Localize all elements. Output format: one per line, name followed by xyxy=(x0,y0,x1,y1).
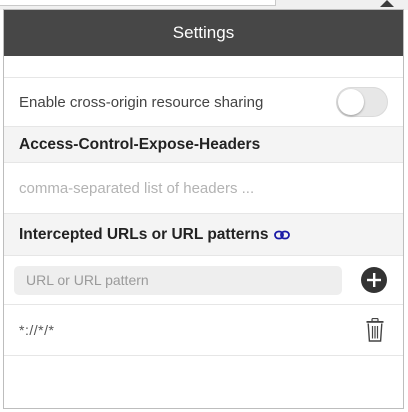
browser-address-field xyxy=(0,0,276,6)
add-url-button[interactable] xyxy=(361,267,387,293)
settings-panel: Settings Enable cross-origin resource sh… xyxy=(3,9,404,409)
expose-headers-title: Access-Control-Expose-Headers xyxy=(19,135,261,153)
cors-label: Enable cross-origin resource sharing xyxy=(19,93,264,111)
expose-headers-input[interactable]: comma-separated list of headers ... xyxy=(4,163,403,213)
intercepted-title: Intercepted URLs or URL patterns xyxy=(19,225,269,243)
expose-headers-section-title: Access-Control-Expose-Headers xyxy=(4,127,403,163)
intercepted-section-title: Intercepted URLs or URL patterns xyxy=(4,213,403,256)
header-spacer xyxy=(4,56,403,78)
toggle-knob xyxy=(338,89,364,115)
popup-caret-icon xyxy=(380,0,394,7)
link-icon[interactable] xyxy=(274,230,291,240)
url-pattern-input[interactable] xyxy=(14,265,342,295)
url-pattern-text: *://*/* xyxy=(19,322,55,338)
cors-row: Enable cross-origin resource sharing xyxy=(4,78,403,127)
cors-toggle[interactable] xyxy=(336,87,388,117)
page-title: Settings xyxy=(172,23,235,42)
add-url-row xyxy=(4,256,403,305)
settings-header: Settings xyxy=(4,10,403,56)
expose-headers-placeholder: comma-separated list of headers ... xyxy=(19,179,255,197)
trash-icon[interactable] xyxy=(366,318,384,342)
add-icon xyxy=(367,273,381,287)
list-item: *://*/* xyxy=(4,305,403,356)
